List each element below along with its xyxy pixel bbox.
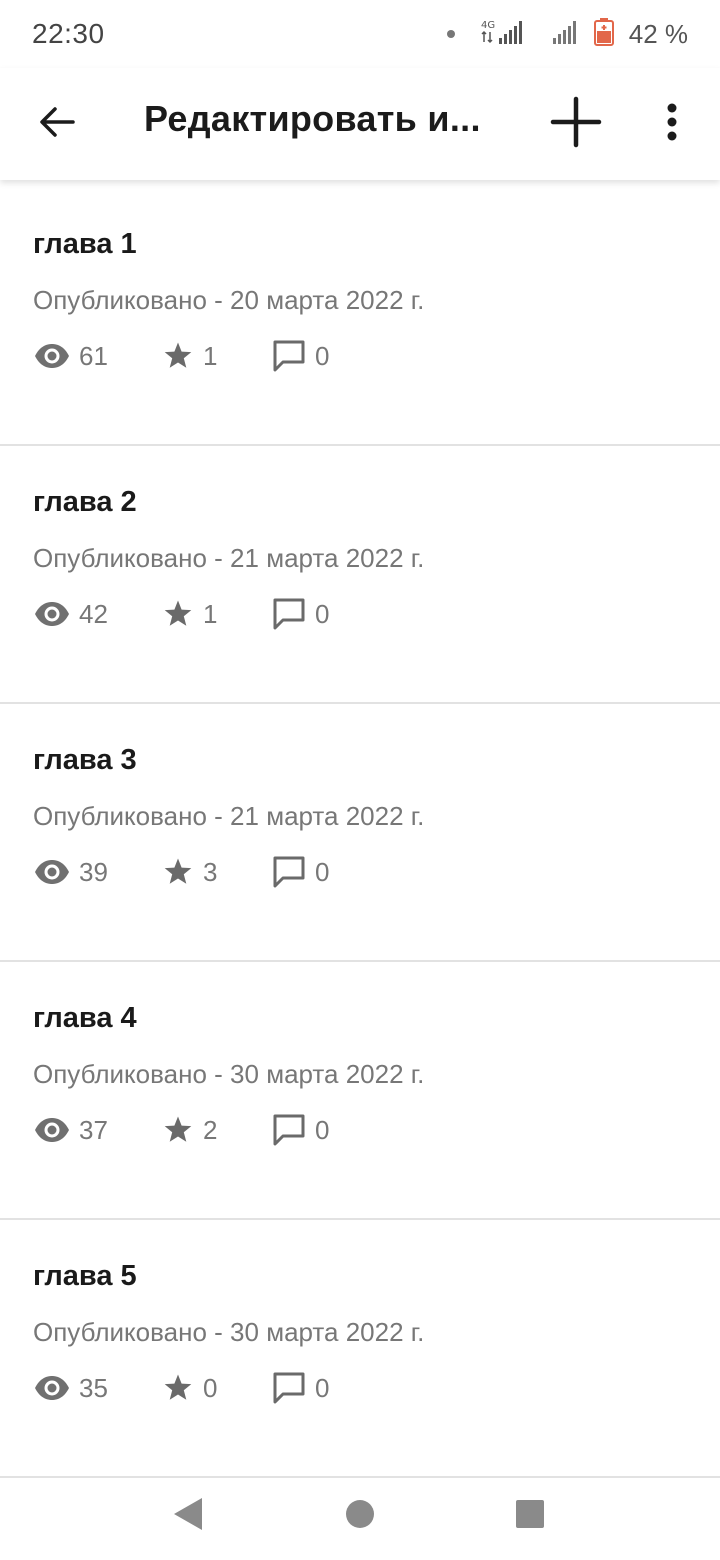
- comments-count: 0: [315, 1372, 330, 1403]
- comments-count: 0: [315, 1114, 330, 1145]
- comments-stat: 0: [271, 855, 329, 889]
- views-stat: 37: [33, 1115, 161, 1146]
- votes-count: 3: [203, 856, 218, 887]
- more-options-button[interactable]: [650, 90, 694, 154]
- comments-stat: 0: [271, 597, 329, 631]
- chapter-stats: 35 0 0: [33, 1368, 329, 1408]
- screen: 22:30 4G 42 % Редактировать и... глава 1…: [0, 0, 720, 1560]
- views-stat: 35: [33, 1373, 161, 1404]
- votes-count: 1: [203, 598, 218, 629]
- chapter-list-item[interactable]: глава 5 Опубликовано - 30 марта 2022 г. …: [0, 1220, 720, 1478]
- chapter-list-item[interactable]: глава 4 Опубликовано - 30 марта 2022 г. …: [0, 962, 720, 1220]
- views-stat: 39: [33, 857, 161, 888]
- views-count: 42: [79, 598, 108, 629]
- star-icon: [161, 857, 195, 887]
- comments-stat: 0: [271, 1371, 329, 1405]
- chapter-stats: 61 1 0: [33, 336, 329, 376]
- svg-text:4G: 4G: [481, 20, 495, 31]
- notification-dot-icon: [446, 30, 455, 38]
- signal-icon: [551, 17, 583, 52]
- chapter-publish-date: Опубликовано - 21 марта 2022 г.: [33, 543, 425, 573]
- star-icon: [161, 1373, 195, 1403]
- chapter-title: глава 3: [33, 744, 137, 776]
- eye-icon: [33, 1117, 71, 1143]
- back-button[interactable]: [28, 90, 86, 154]
- eye-icon: [33, 1375, 71, 1401]
- votes-count: 2: [203, 1114, 218, 1145]
- chapter-publish-date: Опубликовано - 20 марта 2022 г.: [33, 285, 425, 315]
- comments-count: 0: [315, 856, 330, 887]
- arrow-back-icon: [40, 107, 75, 137]
- votes-stat: 0: [161, 1373, 271, 1404]
- votes-count: 0: [203, 1372, 218, 1403]
- views-count: 39: [79, 856, 108, 887]
- chapter-publish-date: Опубликовано - 30 марта 2022 г.: [33, 1059, 425, 1089]
- views-stat: 42: [33, 599, 161, 630]
- nav-recents-button[interactable]: [510, 1494, 550, 1534]
- comments-count: 0: [315, 340, 330, 371]
- chapter-title: глава 5: [33, 1260, 137, 1292]
- star-icon: [161, 341, 195, 371]
- status-time: 22:30: [32, 18, 105, 49]
- chapter-title: глава 2: [33, 486, 137, 518]
- network-4g-icon: 4G: [481, 17, 541, 52]
- votes-stat: 2: [161, 1115, 271, 1146]
- star-icon: [161, 599, 195, 629]
- comment-icon: [271, 1113, 307, 1147]
- square-recents-icon: [516, 1500, 544, 1528]
- comments-stat: 0: [271, 339, 329, 373]
- star-icon: [161, 1115, 195, 1145]
- chapter-title: глава 4: [33, 1002, 137, 1034]
- page-title: Редактировать и...: [144, 98, 481, 139]
- add-chapter-button[interactable]: [546, 90, 606, 154]
- comment-icon: [271, 855, 307, 889]
- views-count: 37: [79, 1114, 108, 1145]
- battery-percent: 42 %: [628, 18, 688, 49]
- status-icons: 4G 42 %: [446, 17, 688, 52]
- chapter-list-item[interactable]: глава 3 Опубликовано - 21 марта 2022 г. …: [0, 704, 720, 962]
- chapter-list: глава 1 Опубликовано - 20 марта 2022 г. …: [0, 188, 720, 1478]
- circle-home-icon: [346, 1500, 374, 1528]
- chapter-stats: 42 1 0: [33, 594, 329, 634]
- comments-stat: 0: [271, 1113, 329, 1147]
- system-navigation-bar: [0, 1466, 720, 1560]
- views-count: 35: [79, 1372, 108, 1403]
- eye-icon: [33, 601, 71, 627]
- chapter-list-item[interactable]: глава 2 Опубликовано - 21 марта 2022 г. …: [0, 446, 720, 704]
- chapter-publish-date: Опубликовано - 30 марта 2022 г.: [33, 1317, 425, 1347]
- votes-stat: 1: [161, 341, 271, 372]
- chapter-stats: 39 3 0: [33, 852, 329, 892]
- views-count: 61: [79, 340, 108, 371]
- status-bar: 22:30 4G 42 %: [0, 0, 720, 68]
- battery-icon: [593, 17, 615, 52]
- chapter-stats: 37 2 0: [33, 1110, 329, 1150]
- chapter-list-item[interactable]: глава 1 Опубликовано - 20 марта 2022 г. …: [0, 188, 720, 446]
- views-stat: 61: [33, 341, 161, 372]
- comment-icon: [271, 339, 307, 373]
- votes-count: 1: [203, 340, 218, 371]
- chapter-publish-date: Опубликовано - 21 марта 2022 г.: [33, 801, 425, 831]
- chapter-title: глава 1: [33, 228, 137, 260]
- eye-icon: [33, 343, 71, 369]
- plus-icon: [550, 96, 602, 148]
- votes-stat: 3: [161, 857, 271, 888]
- comments-count: 0: [315, 598, 330, 629]
- votes-stat: 1: [161, 599, 271, 630]
- nav-home-button[interactable]: [340, 1494, 380, 1534]
- comment-icon: [271, 597, 307, 631]
- comment-icon: [271, 1371, 307, 1405]
- eye-icon: [33, 859, 71, 885]
- triangle-back-icon: [174, 1498, 202, 1530]
- nav-back-button[interactable]: [168, 1494, 208, 1534]
- app-toolbar: Редактировать и...: [0, 68, 720, 180]
- more-vertical-icon: [667, 103, 677, 141]
